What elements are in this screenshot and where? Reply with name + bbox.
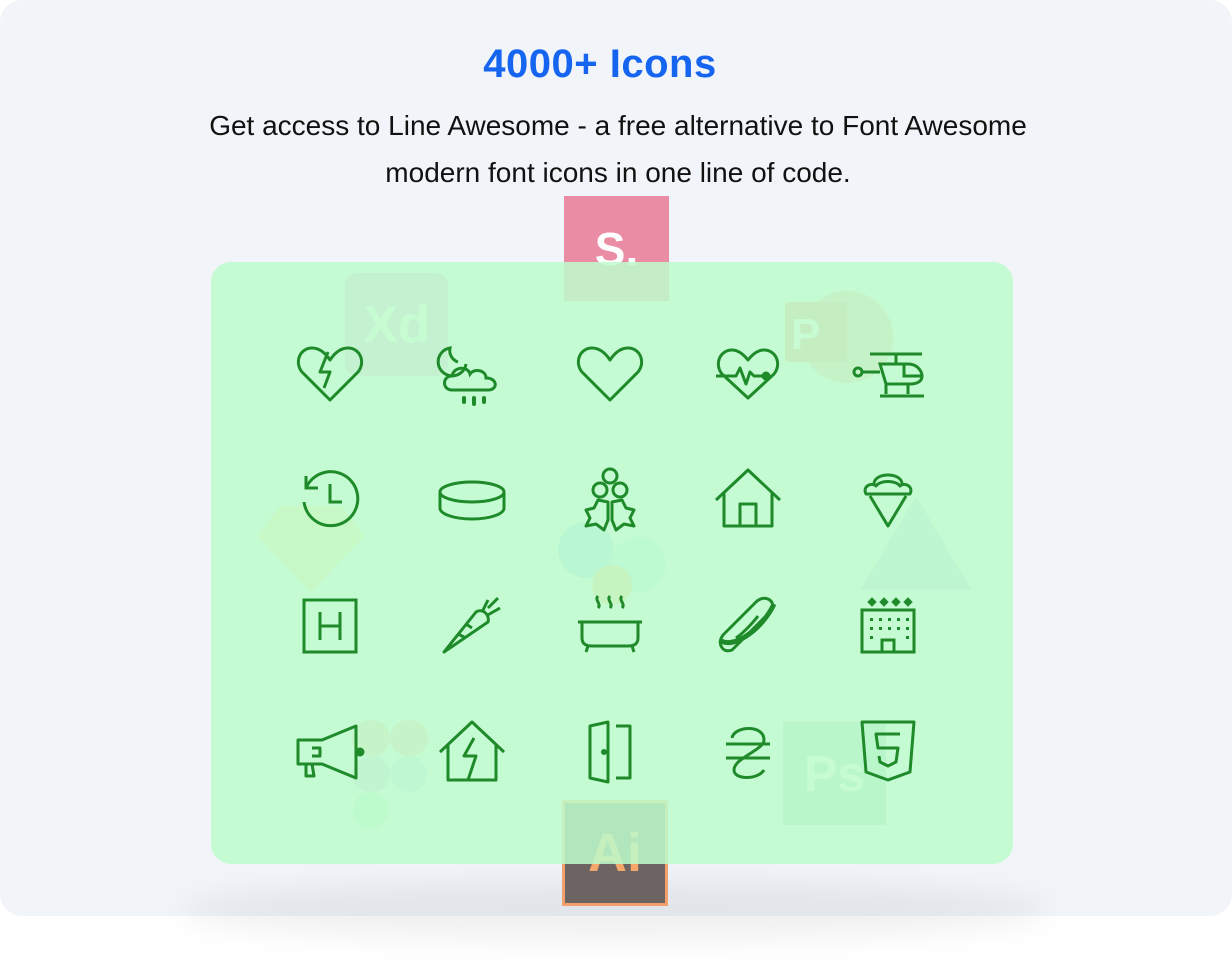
helicopter-icon [852,338,924,410]
house-damage-icon [436,716,508,788]
html5-icon [852,716,924,788]
door-open-icon [574,716,646,788]
hotdog-icon [712,590,784,662]
hryvnia-icon [712,716,784,788]
cloud-moon-rain-icon [436,338,508,410]
hospital-symbol-icon [294,590,366,662]
heart-icon [574,338,646,410]
hot-tub-icon [574,590,646,662]
holly-berry-icon [574,464,646,536]
subtitle-line-2: modern font icons in one line of code. [385,157,851,188]
carrot-icon [436,590,508,662]
hotel-icon [852,590,924,662]
history-icon [294,464,366,536]
heart-broken-icon [294,338,366,410]
hockey-puck-icon [436,464,508,536]
ice-cream-icon [852,464,924,536]
bullhorn-icon [294,716,366,788]
subtitle-line-1: Get access to Line Awesome - a free alte… [209,110,1027,141]
page-title: 4000+ Icons [483,42,717,86]
heartbeat-icon [712,338,784,410]
home-icon [712,464,784,536]
